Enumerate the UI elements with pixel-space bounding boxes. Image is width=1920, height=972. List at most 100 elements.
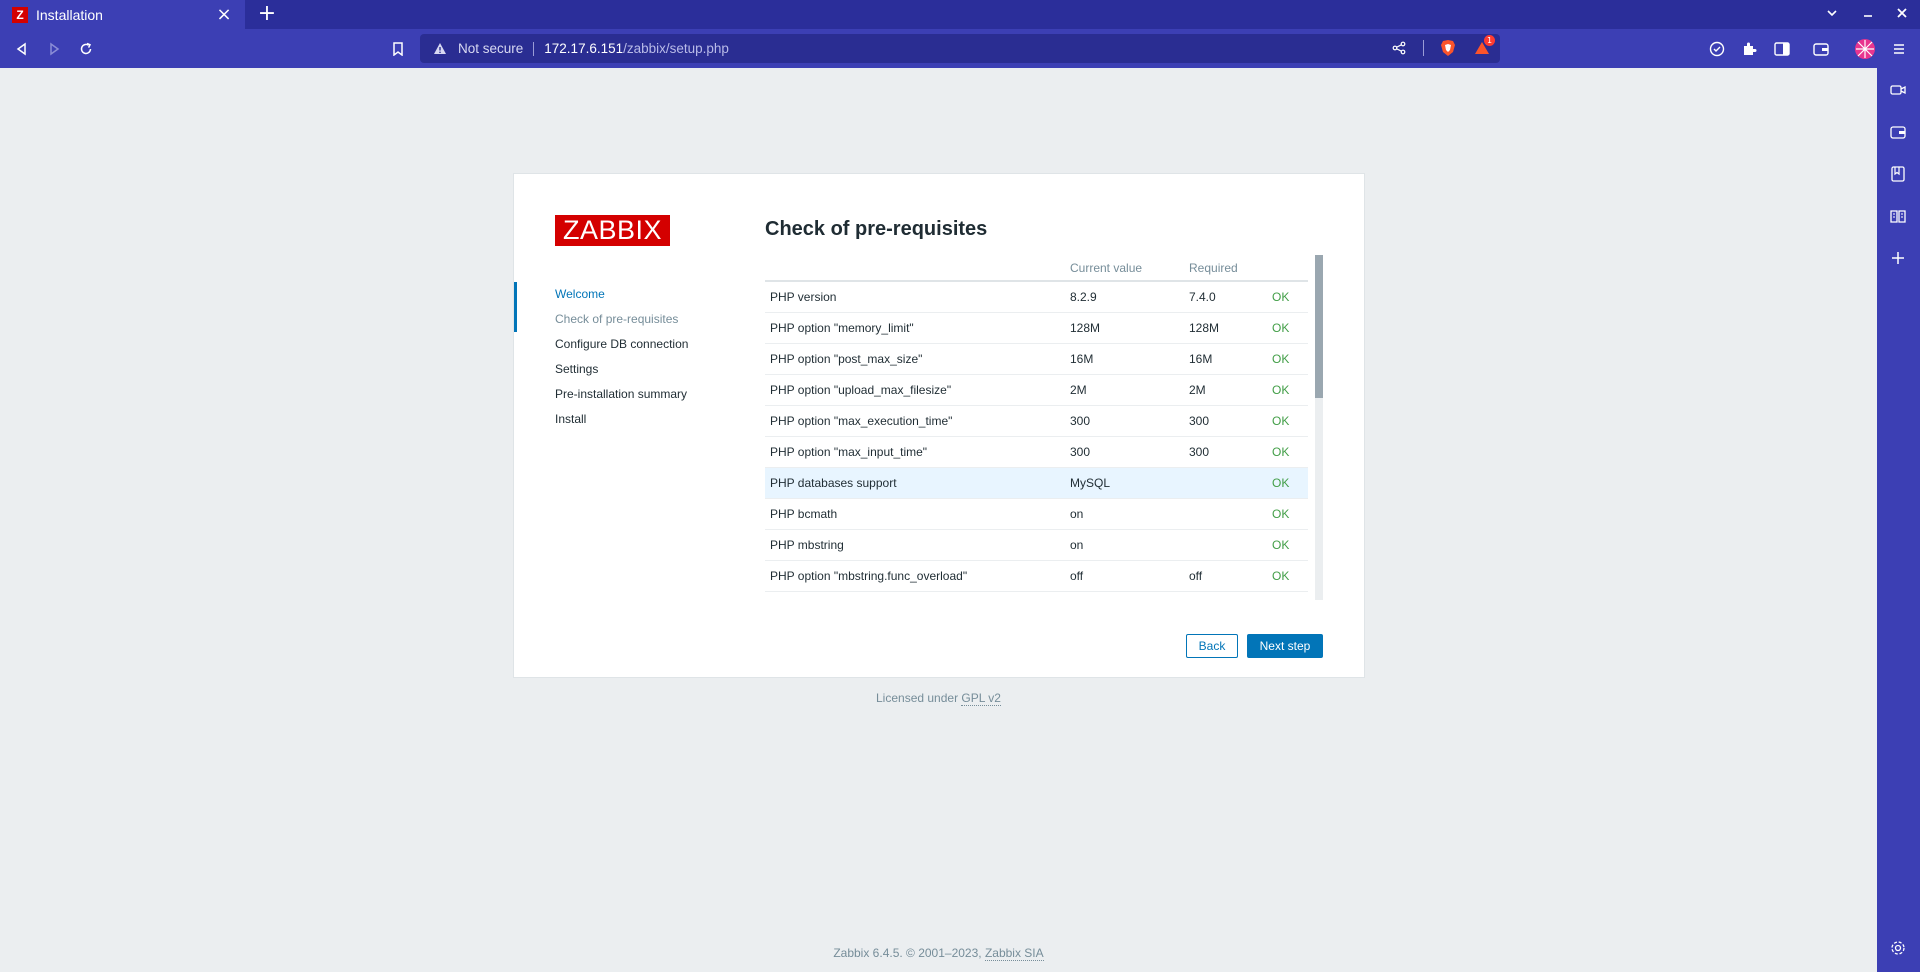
row-required: 300	[1184, 436, 1267, 468]
browser-toolbar: Not secure 172.17.6.151 /zabbix/setup.ph…	[0, 29, 1920, 68]
zabbix-logo: ZABBIX	[555, 215, 670, 246]
row-result: OK	[1267, 498, 1308, 530]
row-required: 300	[1184, 405, 1267, 437]
table-row: PHP bcmath on OK	[765, 498, 1308, 530]
zabbix-favicon-icon: Z	[12, 6, 28, 23]
add-panel-plus-icon[interactable]	[1888, 248, 1908, 268]
window-close-icon[interactable]	[1891, 4, 1913, 26]
step-check-prerequisites: Check of pre-requisites	[555, 312, 679, 326]
brave-rewards-icon[interactable]: 1	[1472, 35, 1495, 58]
row-required: 128M	[1184, 312, 1267, 344]
row-current: 8.2.9	[1065, 281, 1184, 313]
row-result: OK	[1267, 467, 1308, 499]
row-name: PHP version	[765, 281, 1065, 313]
browser-side-panel	[1877, 68, 1920, 972]
back-arrow-icon[interactable]	[10, 37, 34, 61]
back-button[interactable]: Back	[1186, 634, 1238, 658]
license-prefix: Licensed under	[876, 691, 962, 705]
row-name: PHP bcmath	[765, 498, 1065, 530]
row-required	[1184, 498, 1267, 530]
table-row: PHP option "max_execution_time" 300 300 …	[765, 405, 1308, 437]
row-current: 300	[1065, 405, 1184, 437]
row-required: 2M	[1184, 374, 1267, 406]
chevron-down-icon[interactable]	[1821, 4, 1843, 26]
minimize-icon[interactable]	[1857, 4, 1879, 26]
prerequisites-scroll-area[interactable]: Current value Required PHP version 8.2.9…	[765, 255, 1323, 600]
close-icon[interactable]: ×	[215, 5, 233, 24]
bookmarks-panel-icon[interactable]	[1888, 164, 1908, 184]
table-row: PHP option "memory_limit" 128M 128M OK	[765, 312, 1308, 344]
row-result: OK	[1267, 405, 1308, 437]
profile-avatar-icon[interactable]	[1853, 37, 1877, 61]
wallet-panel-icon[interactable]	[1888, 122, 1908, 142]
gear-icon[interactable]	[1888, 938, 1908, 958]
row-current: 16M	[1065, 343, 1184, 375]
prerequisites-table: Current value Required PHP version 8.2.9…	[765, 255, 1308, 592]
url-path[interactable]: /zabbix/setup.php	[623, 41, 729, 56]
reading-list-icon[interactable]	[1888, 206, 1908, 226]
row-result: OK	[1267, 374, 1308, 406]
row-name: PHP option "max_input_time"	[765, 436, 1065, 468]
wallet-icon[interactable]	[1809, 37, 1833, 61]
bookmark-icon[interactable]	[386, 37, 410, 61]
toolbar-divider	[1423, 40, 1424, 56]
step-pre-install-summary: Pre-installation summary	[555, 387, 688, 401]
row-name: PHP option "upload_max_filesize"	[765, 374, 1065, 406]
row-result: OK	[1267, 343, 1308, 375]
row-result: OK	[1267, 560, 1308, 592]
forward-arrow-icon[interactable]	[42, 37, 66, 61]
column-header-name	[765, 255, 1065, 282]
row-name: PHP option "max_execution_time"	[765, 405, 1065, 437]
column-header-required: Required	[1184, 255, 1267, 282]
menu-hamburger-icon[interactable]	[1887, 37, 1911, 61]
column-header-current-value: Current value	[1065, 255, 1184, 282]
browser-tab-installation[interactable]: Z Installation ×	[0, 0, 245, 29]
sidebar-toggle-icon[interactable]	[1770, 37, 1794, 61]
table-row-hovered: PHP databases support MySQL OK	[765, 467, 1308, 499]
next-step-button[interactable]: Next step	[1247, 634, 1323, 658]
warning-triangle-icon[interactable]	[432, 41, 448, 57]
row-current: off	[1065, 560, 1184, 592]
plus-icon[interactable]: +	[256, 3, 278, 26]
table-row: PHP option "mbstring.func_overload" off …	[765, 560, 1308, 592]
row-current: on	[1065, 498, 1184, 530]
extensions-puzzle-icon[interactable]	[1737, 37, 1761, 61]
setup-card: ZABBIX Welcome Check of pre-requisites C…	[513, 173, 1365, 678]
table-row: PHP version 8.2.9 7.4.0 OK	[765, 281, 1308, 313]
address-bar[interactable]: Not secure 172.17.6.151 /zabbix/setup.ph…	[420, 34, 1500, 63]
row-result: OK	[1267, 436, 1308, 468]
row-name: PHP mbstring	[765, 529, 1065, 561]
license-notice: Licensed under GPL v2	[0, 691, 1877, 706]
url-host[interactable]: 172.17.6.151	[544, 41, 623, 56]
share-icon[interactable]	[1389, 38, 1409, 58]
row-current: 300	[1065, 436, 1184, 468]
column-header-result	[1267, 255, 1308, 282]
table-row: PHP option "max_input_time" 300 300 OK	[765, 436, 1308, 468]
page-footer: Zabbix 6.4.5. © 2001–2023, Zabbix SIA	[0, 946, 1877, 961]
row-current: MySQL	[1065, 467, 1184, 499]
brave-shields-icon[interactable]	[1438, 38, 1458, 58]
rewards-badge: 1	[1484, 35, 1495, 46]
page-viewport: ZABBIX Welcome Check of pre-requisites C…	[0, 68, 1877, 972]
footer-copyright: Zabbix 6.4.5. © 2001–2023,	[833, 946, 985, 960]
step-install: Install	[555, 412, 587, 426]
row-required: 7.4.0	[1184, 281, 1267, 313]
row-current: on	[1065, 529, 1184, 561]
row-name: PHP option "memory_limit"	[765, 312, 1065, 344]
row-result: OK	[1267, 529, 1308, 561]
zabbix-sia-link[interactable]: Zabbix SIA	[984, 946, 1044, 961]
url-divider	[533, 41, 535, 56]
reload-icon[interactable]	[74, 37, 98, 61]
vpn-icon[interactable]	[1705, 37, 1729, 61]
gpl-license-link[interactable]: GPL v2	[961, 691, 1001, 706]
setup-steps-nav: Welcome Check of pre-requisites Configur…	[514, 282, 714, 432]
video-camera-icon[interactable]	[1888, 80, 1908, 100]
table-row: PHP mbstring on OK	[765, 529, 1308, 561]
table-row: PHP option "upload_max_filesize" 2M 2M O…	[765, 374, 1308, 406]
security-label[interactable]: Not secure	[458, 41, 523, 56]
table-scrollbar-thumb[interactable]	[1315, 255, 1323, 398]
row-name: PHP option "mbstring.func_overload"	[765, 560, 1065, 592]
table-row: PHP option "post_max_size" 16M 16M OK	[765, 343, 1308, 375]
step-settings: Settings	[555, 362, 599, 376]
tab-title: Installation	[36, 6, 103, 23]
